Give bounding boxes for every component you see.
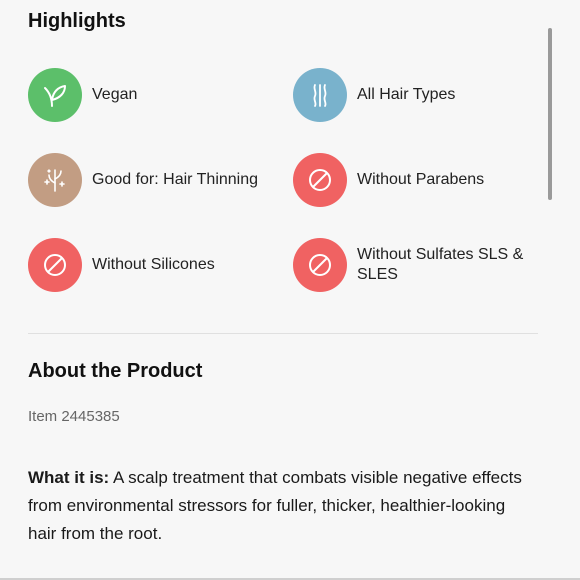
highlights-heading: Highlights — [28, 10, 126, 32]
highlight-vegan: Vegan — [28, 68, 137, 122]
highlight-without-sulfates: Without Sulfates SLS & SLES — [293, 238, 532, 292]
highlight-label: Good for: Hair Thinning — [92, 171, 259, 188]
sparkle-strand-icon — [28, 153, 82, 207]
highlight-hair-thinning: Good for: Hair Thinning — [28, 153, 258, 207]
leaf-icon — [28, 68, 82, 122]
highlight-label: Without Parabens — [357, 171, 485, 188]
highlight-all-hair-types: All Hair Types — [293, 68, 455, 122]
highlight-label: Without Sulfates SLS & SLES — [357, 246, 524, 283]
prohibited-icon — [293, 153, 347, 207]
about-heading: About the Product — [28, 360, 203, 382]
scrollbar[interactable] — [548, 28, 552, 200]
product-description: What it is: A scalp treatment that comba… — [28, 464, 538, 548]
product-details-page: Highlights Vegan All Hair Types Good for… — [0, 0, 580, 580]
item-number: Item 2445385 — [28, 408, 120, 425]
highlight-label: Vegan — [92, 86, 138, 103]
highlight-label: All Hair Types — [357, 86, 456, 103]
highlight-without-parabens: Without Parabens — [293, 153, 484, 207]
highlight-without-silicones: Without Silicones — [28, 238, 215, 292]
prohibited-icon — [293, 238, 347, 292]
highlight-label: Without Silicones — [92, 256, 215, 273]
prohibited-icon — [28, 238, 82, 292]
section-divider — [28, 333, 538, 334]
description-lead: What it is: — [28, 468, 110, 487]
hair-strands-icon — [293, 68, 347, 122]
